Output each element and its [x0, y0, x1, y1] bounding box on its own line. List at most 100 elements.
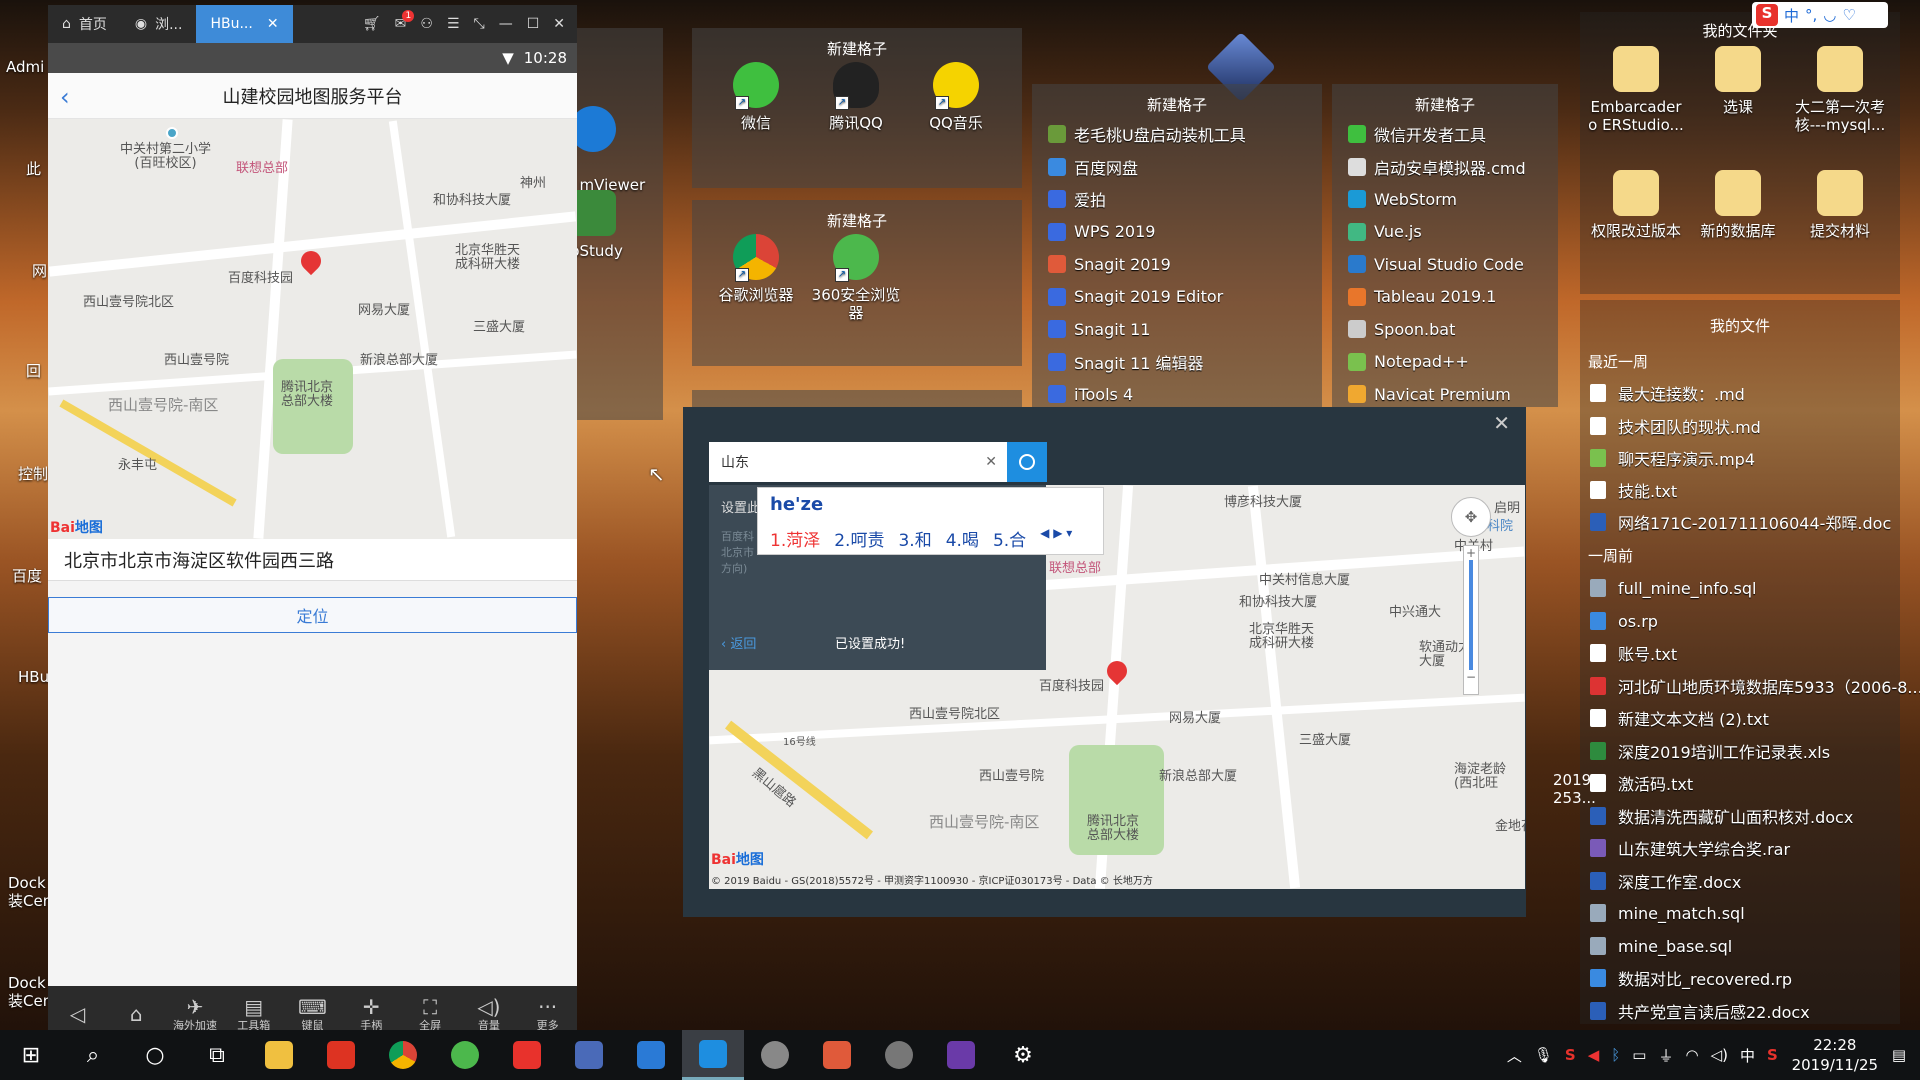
desktop-icon-qqmusic[interactable]: ↗ QQ音乐: [906, 62, 1006, 132]
close-tab-icon[interactable]: ✕: [267, 16, 279, 32]
volume-button[interactable]: ◁) 音量: [459, 995, 518, 1033]
minimize-icon[interactable]: —: [499, 16, 513, 32]
desktop-icon-docker-2[interactable]: Dock 装Cen: [0, 974, 52, 1010]
file-row[interactable]: 数据对比_recovered.rp: [1590, 966, 1792, 990]
folder-exam[interactable]: 大二第一次考 核---mysql...: [1788, 46, 1892, 170]
zoom-out-icon[interactable]: −: [1464, 670, 1478, 684]
gear-app-taskbar-icon[interactable]: [868, 1030, 930, 1080]
ime-candidate[interactable]: 4.喝: [946, 526, 979, 551]
youdao-icon[interactable]: [310, 1030, 372, 1080]
microphone-icon[interactable]: 🎙︎: [1534, 1046, 1553, 1064]
ime-indicator[interactable]: 中: [1740, 1045, 1755, 1066]
desktop-icon-qq[interactable]: ↗ 腾讯QQ: [806, 62, 906, 132]
fence-item[interactable]: Visual Studio Code: [1332, 248, 1558, 281]
ime-mode-icon[interactable]: 中: [1784, 5, 1799, 26]
desktop-icon-baidu[interactable]: 百度: [0, 567, 48, 585]
volume-icon[interactable]: ◁): [1711, 1046, 1728, 1064]
sogou-s-icon[interactable]: S: [1767, 1046, 1778, 1064]
fence-item[interactable]: WPS 2019: [1032, 216, 1322, 249]
desktop-icon-this-pc[interactable]: 此: [0, 160, 48, 178]
fence-item[interactable]: 老毛桃U盘启动装机工具: [1032, 118, 1322, 151]
locate-button[interactable]: 定位: [48, 597, 577, 633]
back-chevron-icon[interactable]: ‹: [60, 83, 70, 111]
desktop-icon-360[interactable]: ↗ 360安全浏览器: [806, 234, 906, 322]
file-row[interactable]: 激活码.txt: [1590, 771, 1693, 795]
fence-item[interactable]: Vue.js: [1332, 216, 1558, 249]
file-row[interactable]: 山东建筑大学综合奖.rar: [1590, 836, 1790, 860]
bluetooth-icon[interactable]: ᛒ: [1611, 1046, 1620, 1064]
fence-item[interactable]: Notepad++: [1332, 346, 1558, 379]
location-pin-icon[interactable]: [1102, 656, 1132, 686]
keyboard-mouse-button[interactable]: ⌨ 键鼠: [283, 995, 342, 1033]
overseas-accel-button[interactable]: ✈ 海外加速: [166, 995, 225, 1033]
tab-browser[interactable]: ◉ 浏...: [121, 5, 197, 43]
file-row[interactable]: 河北矿山地质环境数据库5933（2006-8...: [1590, 674, 1920, 698]
hbuilder-taskbar-icon[interactable]: [806, 1030, 868, 1080]
menu-icon[interactable]: ☰: [447, 16, 460, 32]
speaker-red-icon[interactable]: ◀: [1588, 1046, 1600, 1064]
ime-page-arrows-icon[interactable]: ◀ ▶ ▾: [1040, 526, 1072, 551]
desktop-icon-network[interactable]: 网: [0, 262, 48, 280]
ime-candidate[interactable]: 5.合: [993, 526, 1026, 551]
cortana-icon[interactable]: ○: [124, 1030, 186, 1080]
fence-item[interactable]: Snagit 2019 Editor: [1032, 281, 1322, 314]
network-icon[interactable]: ◠: [1686, 1046, 1699, 1064]
file-row[interactable]: 深度工作室.docx: [1590, 869, 1741, 893]
tray-expand-icon[interactable]: ︿: [1507, 1045, 1522, 1066]
file-explorer-icon[interactable]: [248, 1030, 310, 1080]
folder-newdb[interactable]: 新的数据库: [1688, 170, 1788, 240]
file-row[interactable]: 最大连接数：.md: [1590, 381, 1745, 405]
ime-candidate[interactable]: 1.菏泽: [770, 526, 820, 551]
mail-icon[interactable]: ✉ 1: [395, 10, 415, 32]
monitor-taskbar-icon[interactable]: [558, 1030, 620, 1080]
sogou-toolbar[interactable]: S 中 °, ◡ ♡: [1752, 2, 1888, 28]
start-button[interactable]: ⊞: [0, 1030, 62, 1080]
fence-item[interactable]: iTools 4: [1032, 378, 1322, 411]
desktop-icon-control[interactable]: 控制: [0, 465, 48, 483]
fence-item[interactable]: WebStorm: [1332, 183, 1558, 216]
file-row[interactable]: 新建文本文档 (2).txt: [1590, 706, 1769, 730]
home-nav-icon[interactable]: ⌂: [107, 1002, 166, 1026]
voice-icon[interactable]: ◡: [1823, 6, 1836, 24]
cart-icon[interactable]: 🛒︎: [363, 16, 381, 32]
file-row[interactable]: 数据清洗西藏矿山面积核对.docx: [1590, 804, 1853, 828]
file-row[interactable]: 技能.txt: [1590, 478, 1677, 502]
file-row[interactable]: 深度2019培训工作记录表.xls: [1590, 739, 1830, 763]
usb-icon[interactable]: ⏚: [1658, 1045, 1673, 1066]
folder-submit[interactable]: 提交材料: [1788, 170, 1892, 240]
fence-item[interactable]: Snagit 11 编辑器: [1032, 346, 1322, 379]
address-field[interactable]: 北京市北京市海淀区软件园西三路: [48, 539, 577, 581]
sogou-tray-icon[interactable]: S: [1565, 1046, 1576, 1064]
shrink-icon[interactable]: ⤡: [474, 16, 485, 32]
fence-item[interactable]: 百度网盘: [1032, 151, 1322, 184]
dialog-close-icon[interactable]: ✕: [1493, 411, 1510, 435]
notification-center-icon[interactable]: ▤: [1892, 1046, 1906, 1064]
avatar-taskbar-icon[interactable]: [744, 1030, 806, 1080]
clear-icon[interactable]: ✕: [985, 454, 997, 470]
toolbox-button[interactable]: ▤ 工具箱: [224, 995, 283, 1033]
more-button[interactable]: ··· 更多: [518, 995, 577, 1033]
gamepad-button[interactable]: ✛ 手柄: [342, 995, 401, 1033]
fence-item[interactable]: 微信开发者工具: [1332, 118, 1558, 151]
maximize-icon[interactable]: ☐: [527, 16, 540, 32]
fence-item[interactable]: 启动安卓模拟器.cmd: [1332, 151, 1558, 184]
map-pan-control[interactable]: ✥: [1451, 497, 1491, 537]
desktop-icon-pstudy[interactable]: pStudy: [570, 190, 650, 260]
fence-item[interactable]: Navicat Premium: [1332, 378, 1558, 411]
file-row[interactable]: 网络171C-201711106044-郑晖.doc: [1590, 510, 1891, 534]
desktop-icon-chrome[interactable]: ↗ 谷歌浏览器: [706, 234, 806, 322]
user-icon[interactable]: ⚇: [420, 16, 433, 32]
folder-permission[interactable]: 权限改过版本: [1584, 170, 1688, 240]
file-row[interactable]: mine_match.sql: [1590, 901, 1745, 925]
battery-icon[interactable]: ▭: [1632, 1046, 1646, 1064]
emulator-taskbar-icon[interactable]: [682, 1030, 744, 1080]
file-row[interactable]: 聊天程序演示.mp4: [1590, 446, 1755, 470]
desktop-icon-hbuilder[interactable]: HBu: [0, 668, 49, 686]
desktop-icon-recycle[interactable]: 回: [0, 362, 48, 380]
tab-home[interactable]: ⌂ 首页: [48, 5, 121, 43]
fence-item[interactable]: Spoon.bat: [1332, 313, 1558, 346]
wps-taskbar-icon[interactable]: [620, 1030, 682, 1080]
punctuation-icon[interactable]: °,: [1805, 6, 1817, 24]
file-row[interactable]: os.rp: [1590, 609, 1658, 633]
zoom-in-icon[interactable]: +: [1464, 546, 1478, 560]
